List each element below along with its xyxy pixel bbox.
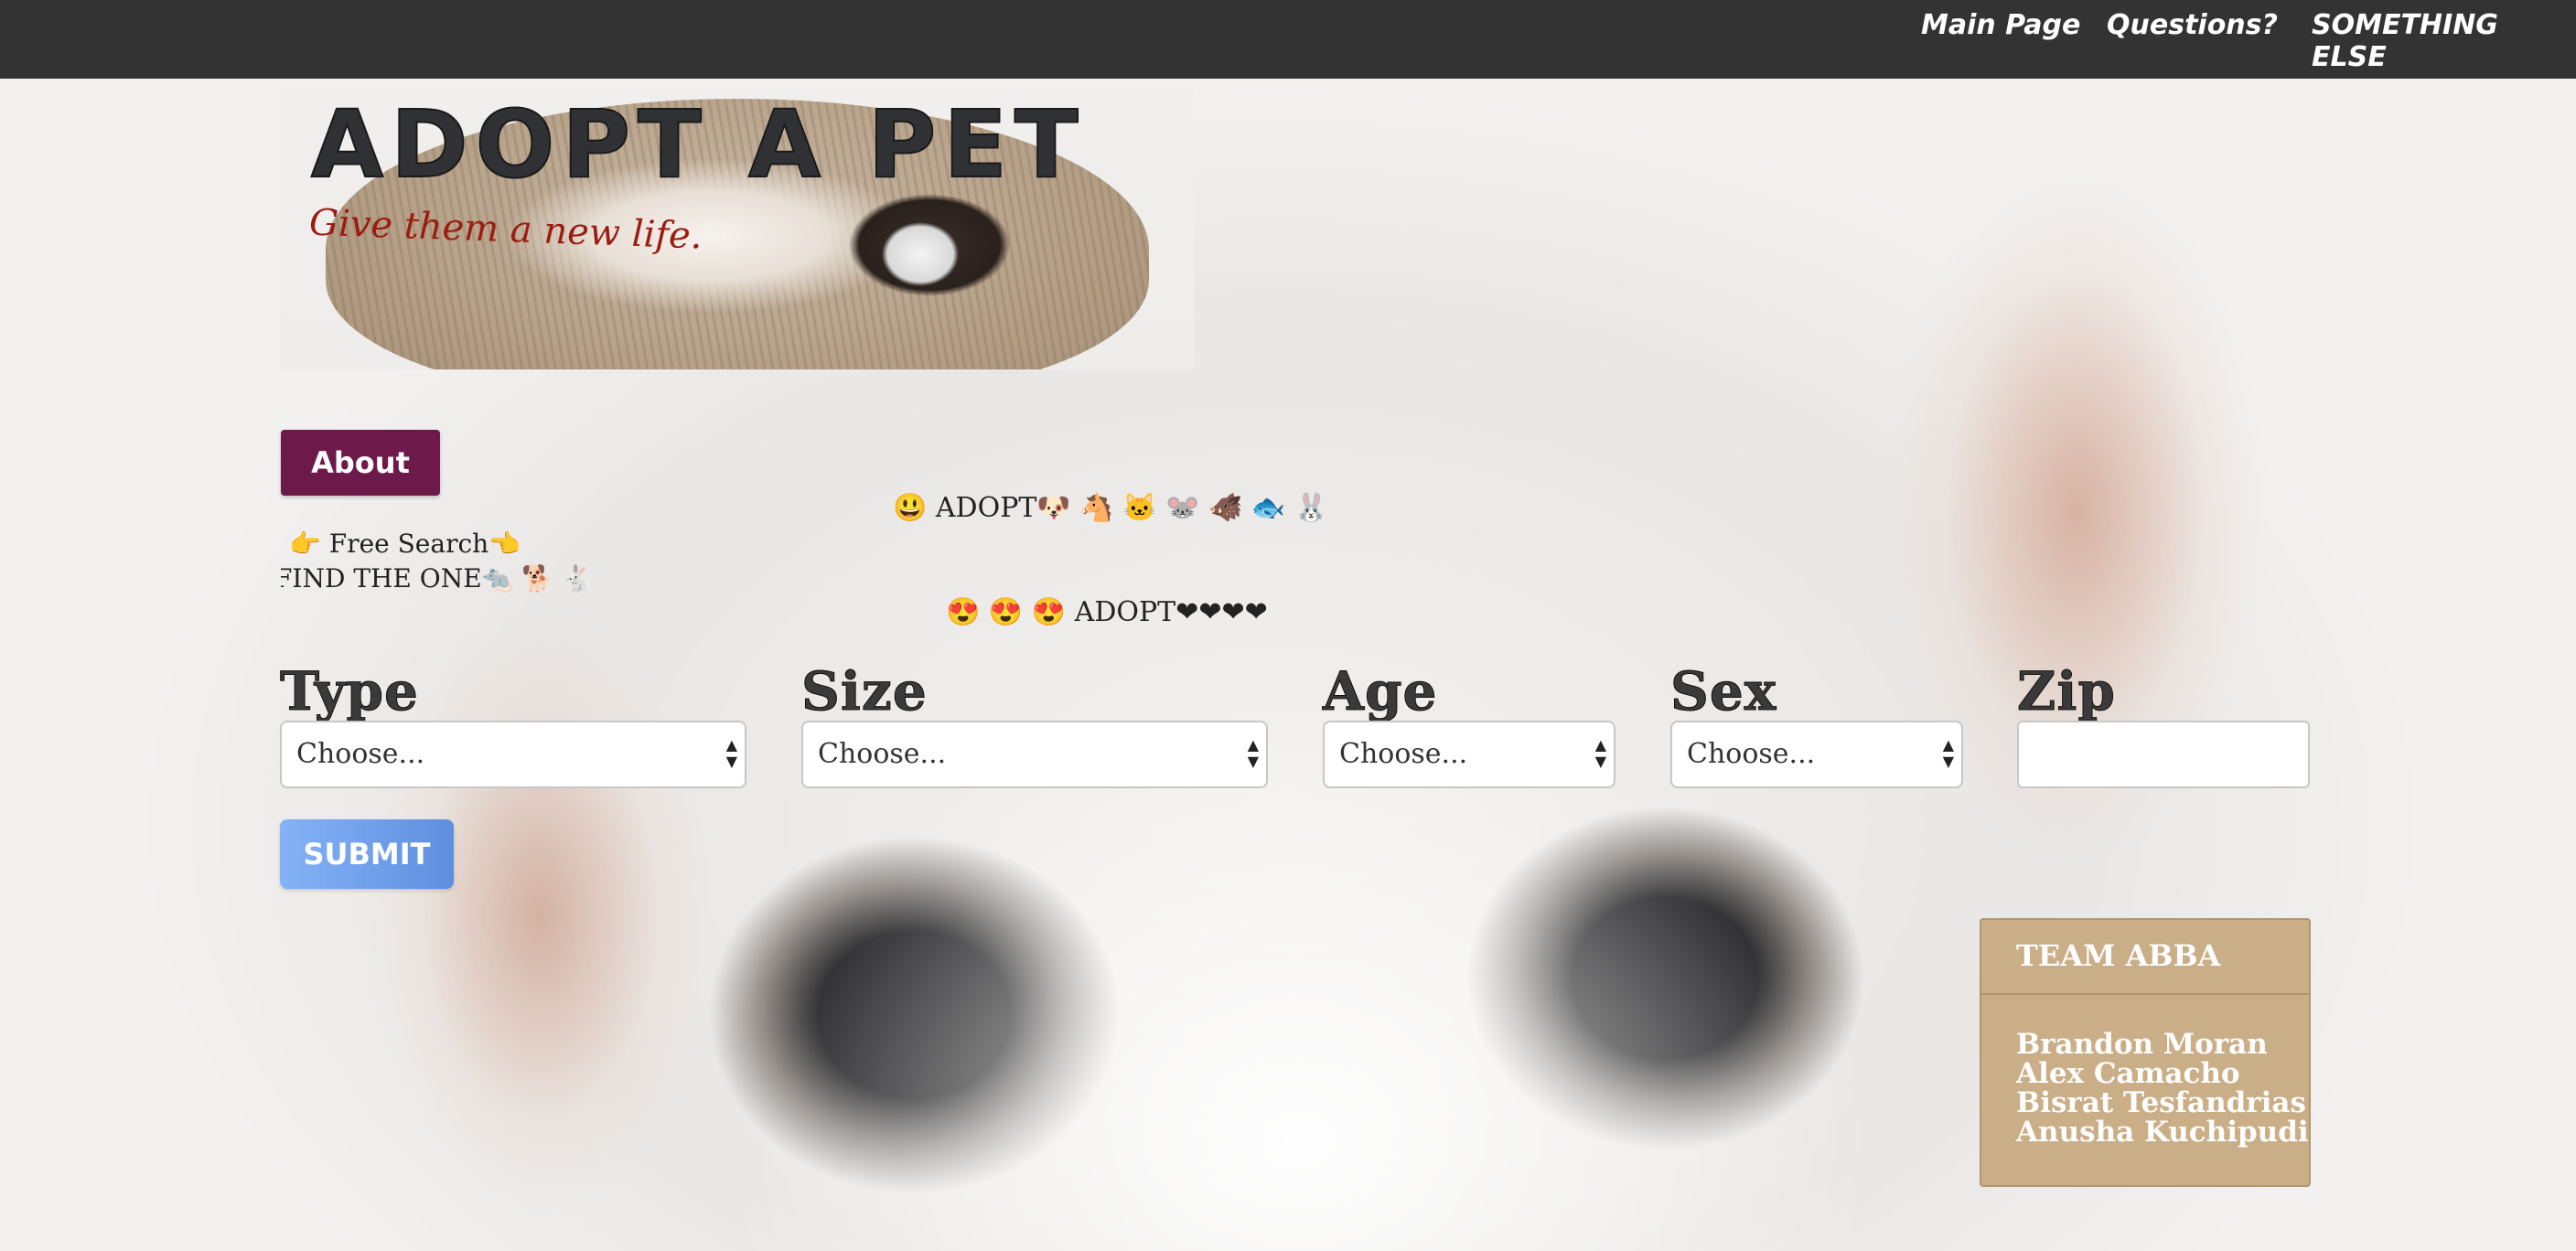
type-label: Type <box>280 660 419 723</box>
puppy-image <box>838 190 1021 309</box>
adopt-marquee-line-1: 😃 ADOPT🐶 🐴 🐱 🐭 🐗 🐟 🐰 <box>893 492 1329 524</box>
sex-select[interactable]: Choose... ▲ ▼ <box>1670 721 1963 788</box>
find-the-one-text: FIND THE ONE🐀 🐕 🐇 <box>274 563 595 593</box>
nav-something-else-link[interactable]: SOMETHING ELSE <box>2312 9 2576 73</box>
team-card-title: TEAM ABBA <box>1981 920 2309 995</box>
zip-input[interactable] <box>2017 721 2310 788</box>
zip-label: Zip <box>2017 660 2116 723</box>
size-label: Size <box>801 660 928 723</box>
sex-select-value: Choose... <box>1687 738 1816 770</box>
select-arrows-icon: ▲ ▼ <box>1247 736 1259 770</box>
team-member: Brandon Moran <box>2016 1028 2268 1061</box>
adopt-marquee-line-2: 😍 😍 😍 ADOPT❤❤❤❤ <box>946 596 1268 628</box>
age-select[interactable]: Choose... ▲ ▼ <box>1323 721 1615 788</box>
select-arrows-icon: ▲ ▼ <box>725 736 737 770</box>
team-member-list: Brandon Moran Alex Camacho Bisrat Tesfan… <box>1981 995 2309 1147</box>
team-member: Anusha Kuchipudi <box>2016 1116 2309 1149</box>
size-select[interactable]: Choose... ▲ ▼ <box>801 721 1268 788</box>
nav-questions-link[interactable]: Questions? <box>2107 9 2278 41</box>
nav-main-page-link[interactable]: Main Page <box>1921 9 2080 41</box>
type-select[interactable]: Choose... ▲ ▼ <box>280 721 746 788</box>
age-select-value: Choose... <box>1339 738 1468 770</box>
top-navbar: Main Page Questions? SOMETHING ELSE <box>0 0 2576 79</box>
about-button[interactable]: About <box>281 430 440 496</box>
select-arrows-icon: ▲ ▼ <box>1594 736 1606 770</box>
free-search-text: 👉 Free Search👈 <box>289 529 521 559</box>
sex-label: Sex <box>1669 660 1777 723</box>
page-title: ADOPT A PET <box>310 91 1086 199</box>
type-select-value: Choose... <box>296 738 425 770</box>
size-select-value: Choose... <box>818 738 947 770</box>
select-arrows-icon: ▲ ▼ <box>1942 736 1954 770</box>
submit-button[interactable]: SUBMIT <box>280 819 454 889</box>
age-label: Age <box>1322 660 1438 723</box>
team-card: TEAM ABBA Brandon Moran Alex Camacho Bis… <box>1980 918 2311 1187</box>
team-member: Alex Camacho <box>2016 1057 2240 1090</box>
team-member: Bisrat Tesfandrias <box>2016 1086 2306 1119</box>
